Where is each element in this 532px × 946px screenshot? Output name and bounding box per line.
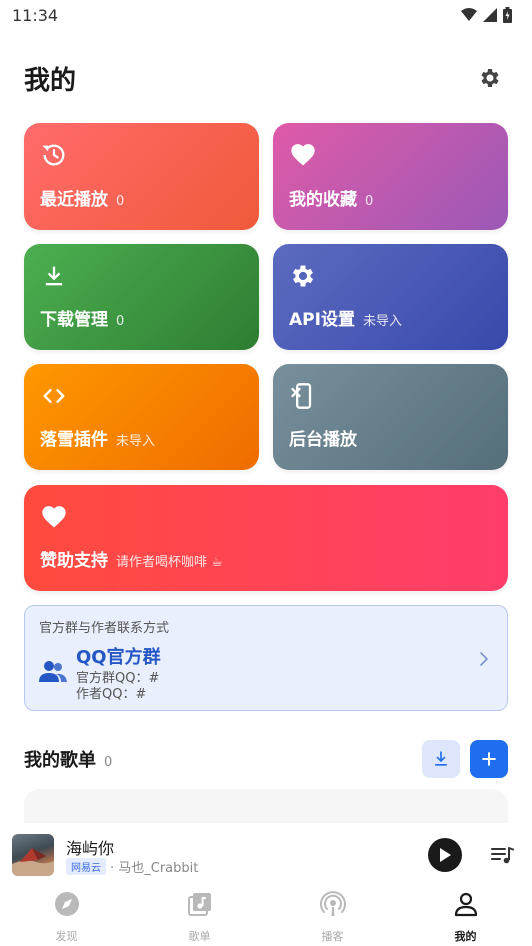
history-icon (42, 144, 65, 166)
nav-label: 我的 (454, 930, 477, 943)
card-count: 0 (116, 194, 125, 209)
card-label: 赞助支持 (40, 551, 108, 571)
card-subtitle: 请作者喝杯咖啡 ☕ (116, 555, 223, 570)
gear-icon (292, 265, 314, 287)
page-title: 我的 (24, 65, 77, 96)
download-icon (435, 751, 447, 766)
playlist-title-group: 我的歌单 0 (24, 746, 112, 772)
queue-icon[interactable] (490, 843, 514, 867)
phone-off-icon (291, 383, 312, 409)
sponsor-card[interactable]: 赞助支持 请作者喝杯咖啡 ☕ (24, 485, 508, 591)
mini-player[interactable]: 海屿你 网易云 · 马也_Crabbit (0, 823, 532, 887)
card-label: 落雪插件 (40, 430, 108, 450)
card-label: API设置 (289, 310, 355, 330)
card-label: 我的收藏 (289, 190, 357, 210)
heart-icon (42, 506, 66, 528)
source-badge: 网易云 (66, 858, 106, 875)
compass-icon (54, 892, 79, 916)
playlist-count: 0 (104, 755, 113, 770)
battery-icon (503, 7, 512, 23)
play-icon (440, 848, 451, 862)
plus-icon (482, 752, 496, 766)
play-button[interactable] (428, 838, 462, 872)
podcast-icon (319, 891, 346, 916)
nav-discover[interactable]: 发现 (0, 887, 133, 946)
signal-icon (483, 8, 497, 22)
card-label: 最近播放 (40, 190, 108, 210)
music-library-icon (187, 893, 211, 916)
heart-icon (291, 144, 315, 166)
people-icon (39, 661, 67, 682)
wifi-icon (461, 8, 477, 21)
status-bar: 11:34 (0, 0, 532, 30)
nav-label: 发现 (55, 930, 78, 943)
recent-play-card[interactable]: 最近播放 0 (24, 123, 259, 230)
album-cover[interactable] (12, 834, 54, 876)
contact-title: 官方群与作者联系方式 (39, 621, 170, 636)
nav-label: 歌单 (188, 930, 211, 943)
card-count: 0 (116, 314, 125, 329)
add-playlist-button[interactable] (470, 740, 508, 778)
nav-mine[interactable]: 我的 (399, 887, 532, 946)
import-playlist-button[interactable] (422, 740, 460, 778)
plugin-card[interactable]: 落雪插件 未导入 (24, 364, 259, 470)
album-art-image (12, 848, 54, 876)
playlist-title: 我的歌单 (24, 750, 96, 771)
chevron-right-icon (480, 652, 489, 666)
nav-label: 播客 (321, 930, 344, 943)
nav-songlist[interactable]: 歌单 (133, 887, 266, 946)
card-status: 未导入 (362, 314, 402, 329)
bottom-nav: 发现 歌单 播客 我的 (0, 887, 532, 946)
favorites-card[interactable]: 我的收藏 0 (273, 123, 508, 230)
background-play-card[interactable]: 后台播放 (273, 364, 508, 470)
gear-icon (481, 69, 499, 87)
code-icon (43, 389, 65, 403)
card-count: 0 (365, 194, 374, 209)
api-settings-card[interactable]: API设置 未导入 (273, 244, 508, 350)
settings-button[interactable] (472, 60, 508, 96)
card-label: 下载管理 (40, 310, 108, 330)
page-header: 我的 (24, 58, 508, 98)
artist-name: · 马也_Crabbit (110, 861, 199, 876)
playlist-header: 我的歌单 0 (24, 740, 508, 778)
contact-card[interactable]: 官方群与作者联系方式 QQ官方群 官方群QQ：# 作者QQ：# (24, 605, 508, 711)
author-qq-line: 作者QQ：# (76, 687, 147, 702)
playlist-actions (422, 740, 508, 778)
qq-group-title: QQ官方群 (76, 647, 161, 668)
person-icon (454, 892, 477, 917)
download-manager-card[interactable]: 下载管理 0 (24, 244, 259, 350)
status-icons (461, 7, 512, 23)
card-label: 后台播放 (289, 430, 357, 450)
song-title: 海屿你 (66, 839, 115, 858)
song-meta: 网易云 · 马也_Crabbit (66, 857, 198, 876)
download-icon (45, 266, 63, 286)
nav-podcast[interactable]: 播客 (266, 887, 399, 946)
status-time: 11:34 (12, 5, 59, 25)
card-status: 未导入 (116, 434, 156, 449)
